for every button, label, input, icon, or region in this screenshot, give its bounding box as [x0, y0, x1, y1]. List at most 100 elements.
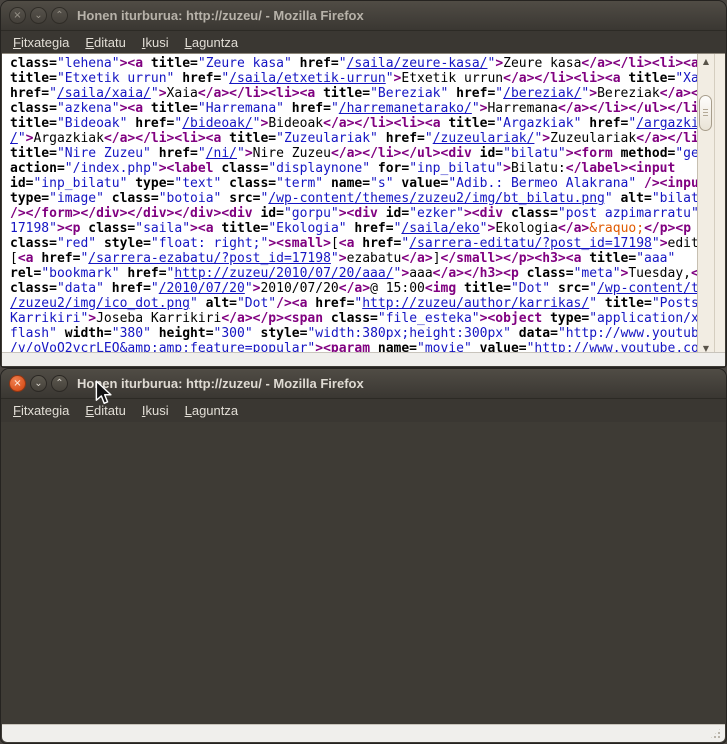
maximize-button[interactable]: ⌃ [51, 7, 68, 24]
source-link[interactable]: /saila/etxetik-urrun [229, 71, 386, 86]
scroll-up-button[interactable]: ▲ [698, 54, 714, 69]
code-segment: href= [300, 56, 339, 71]
code-segment: "Zeure kasa" [198, 56, 300, 71]
menu-laguntza[interactable]: Laguntza [177, 33, 247, 52]
source-link[interactable]: /zuzeu2/img/ico_dot.png [10, 296, 190, 311]
code-segment: ] [433, 251, 441, 266]
source-link[interactable]: /ni/ [206, 146, 237, 161]
code-segment: rel= [10, 266, 41, 281]
close-button[interactable]: × [9, 375, 26, 392]
source-link[interactable]: http://zuzeu/author/karrikas/ [362, 296, 589, 311]
code-segment: class= [221, 161, 268, 176]
code-segment: > [245, 146, 253, 161]
menu-laguntza[interactable]: Laguntza [177, 401, 247, 420]
code-segment: "float: right;" [151, 236, 268, 251]
code-segment: title= [10, 71, 57, 86]
vertical-scrollbar[interactable]: ▲ ▼ [698, 54, 715, 356]
code-segment: href= [127, 266, 166, 281]
maximize-button[interactable]: ⌃ [51, 375, 68, 392]
source-link[interactable]: http://zuzeu/2010/07/20/aaa/ [174, 266, 393, 281]
minimize-button[interactable]: ⌄ [30, 375, 47, 392]
code-segment: title= [605, 296, 652, 311]
code-segment: class= [10, 236, 57, 251]
code-segment: href= [10, 86, 49, 101]
code-segment: "aaa" [636, 251, 675, 266]
status-bar [2, 724, 725, 742]
minimize-button[interactable]: ⌄ [30, 7, 47, 24]
menu-fitxategia[interactable]: Fitxategia [5, 33, 77, 52]
code-segment: " [425, 131, 433, 146]
source-link[interactable]: /bideoak/ [182, 116, 252, 131]
code-segment: " [605, 191, 621, 206]
code-segment: " [331, 101, 339, 116]
code-line: type="image" class="botoia" src="/wp-con… [10, 191, 697, 206]
code-segment: ezabatu [347, 251, 402, 266]
source-link[interactable]: /saila/eko [401, 221, 479, 236]
code-line: flash" width="380" height="300" style="w… [10, 326, 697, 341]
menu-fitxategia[interactable]: Fitxategia [5, 401, 77, 420]
code-segment: " [245, 281, 253, 296]
code-segment: title= [448, 116, 495, 131]
code-segment: href= [292, 101, 331, 116]
code-segment: ><form [566, 146, 621, 161]
source-link[interactable]: /wp-content/themes/zuzeu2/img/bt_bilatu.… [268, 191, 605, 206]
code-segment: > [401, 266, 409, 281]
resize-grip-icon[interactable] [709, 727, 722, 740]
code-segment: href= [386, 131, 425, 146]
window-controls: × ⌄ ⌃ [9, 375, 68, 392]
menu-ikusi[interactable]: Ikusi [134, 33, 177, 52]
source-link[interactable]: /sarrera-ezabatu/?post_id=17198 [88, 251, 331, 266]
code-segment: title= [10, 116, 57, 131]
source-link[interactable]: /zuzeulariak/ [433, 131, 535, 146]
code-segment: title= [628, 71, 675, 86]
code-segment: href= [182, 71, 221, 86]
code-segment: alt= [621, 191, 652, 206]
code-segment: > [542, 131, 550, 146]
code-segment: "bookmark" [41, 266, 127, 281]
code-segment: id= [260, 206, 283, 221]
scrollbar-thumb[interactable] [699, 95, 712, 131]
code-line: action="/index.php"><label class="displa… [10, 161, 697, 176]
code-segment: ><a [120, 101, 151, 116]
code-segment: "meta" [574, 266, 621, 281]
code-segment: "post azpimarratu" [558, 206, 707, 221]
code-segment: "Bereziak" [370, 86, 456, 101]
source-link[interactable]: /saila/zeure-kasa/ [347, 56, 488, 71]
code-segment: "file_esteka" [378, 311, 480, 326]
code-segment: </a></li></ul><div [331, 146, 480, 161]
view-source-window-bottom: × ⌄ ⌃ Honen iturburua: http://zuzeu/ - M… [0, 368, 727, 744]
code-segment: ><a [190, 221, 221, 236]
code-segment: href= [41, 251, 80, 266]
menu-editatu[interactable]: Editatu [77, 33, 133, 52]
code-segment: > [660, 236, 668, 251]
source-link[interactable]: /sarrera-editatu/?post_id=17198 [409, 236, 652, 251]
menu-ikusi[interactable]: Ikusi [134, 401, 177, 420]
code-segment: title= [464, 281, 511, 296]
source-link[interactable]: /saila/xaia/ [57, 86, 151, 101]
code-segment: </a></li><li><a [104, 131, 229, 146]
code-segment: <a [339, 236, 362, 251]
source-link[interactable]: /harremanetarako/ [339, 101, 472, 116]
source-view[interactable]: class="lehena"><a title="Zeure kasa" hre… [2, 53, 725, 356]
code-segment: " [495, 86, 503, 101]
code-segment: Etxetik urrun [401, 71, 503, 86]
code-segment: Argazkiak [33, 131, 103, 146]
code-segment: type= [550, 311, 589, 326]
code-segment: @ 15:00 [370, 281, 425, 296]
code-segment: " [480, 221, 488, 236]
code-segment: ><div [464, 206, 511, 221]
close-button[interactable]: × [9, 7, 26, 24]
code-segment: "Etxetik urrun" [57, 71, 182, 86]
source-link[interactable]: / [10, 131, 18, 146]
source-link[interactable]: /bereziak/ [503, 86, 581, 101]
code-segment: ><p [57, 221, 88, 236]
source-link[interactable]: /2010/07/20 [159, 281, 245, 296]
titlebar[interactable]: × ⌄ ⌃ Honen iturburua: http://zuzeu/ - M… [1, 1, 726, 31]
code-segment: &raquo; [589, 221, 644, 236]
code-segment: ><small> [268, 236, 331, 251]
minimize-icon: ⌄ [34, 11, 42, 21]
code-segment: /><a [276, 296, 315, 311]
code-segment: "ezker" [409, 206, 464, 221]
code-segment: class= [88, 221, 135, 236]
code-segment: Bereziak [597, 86, 660, 101]
